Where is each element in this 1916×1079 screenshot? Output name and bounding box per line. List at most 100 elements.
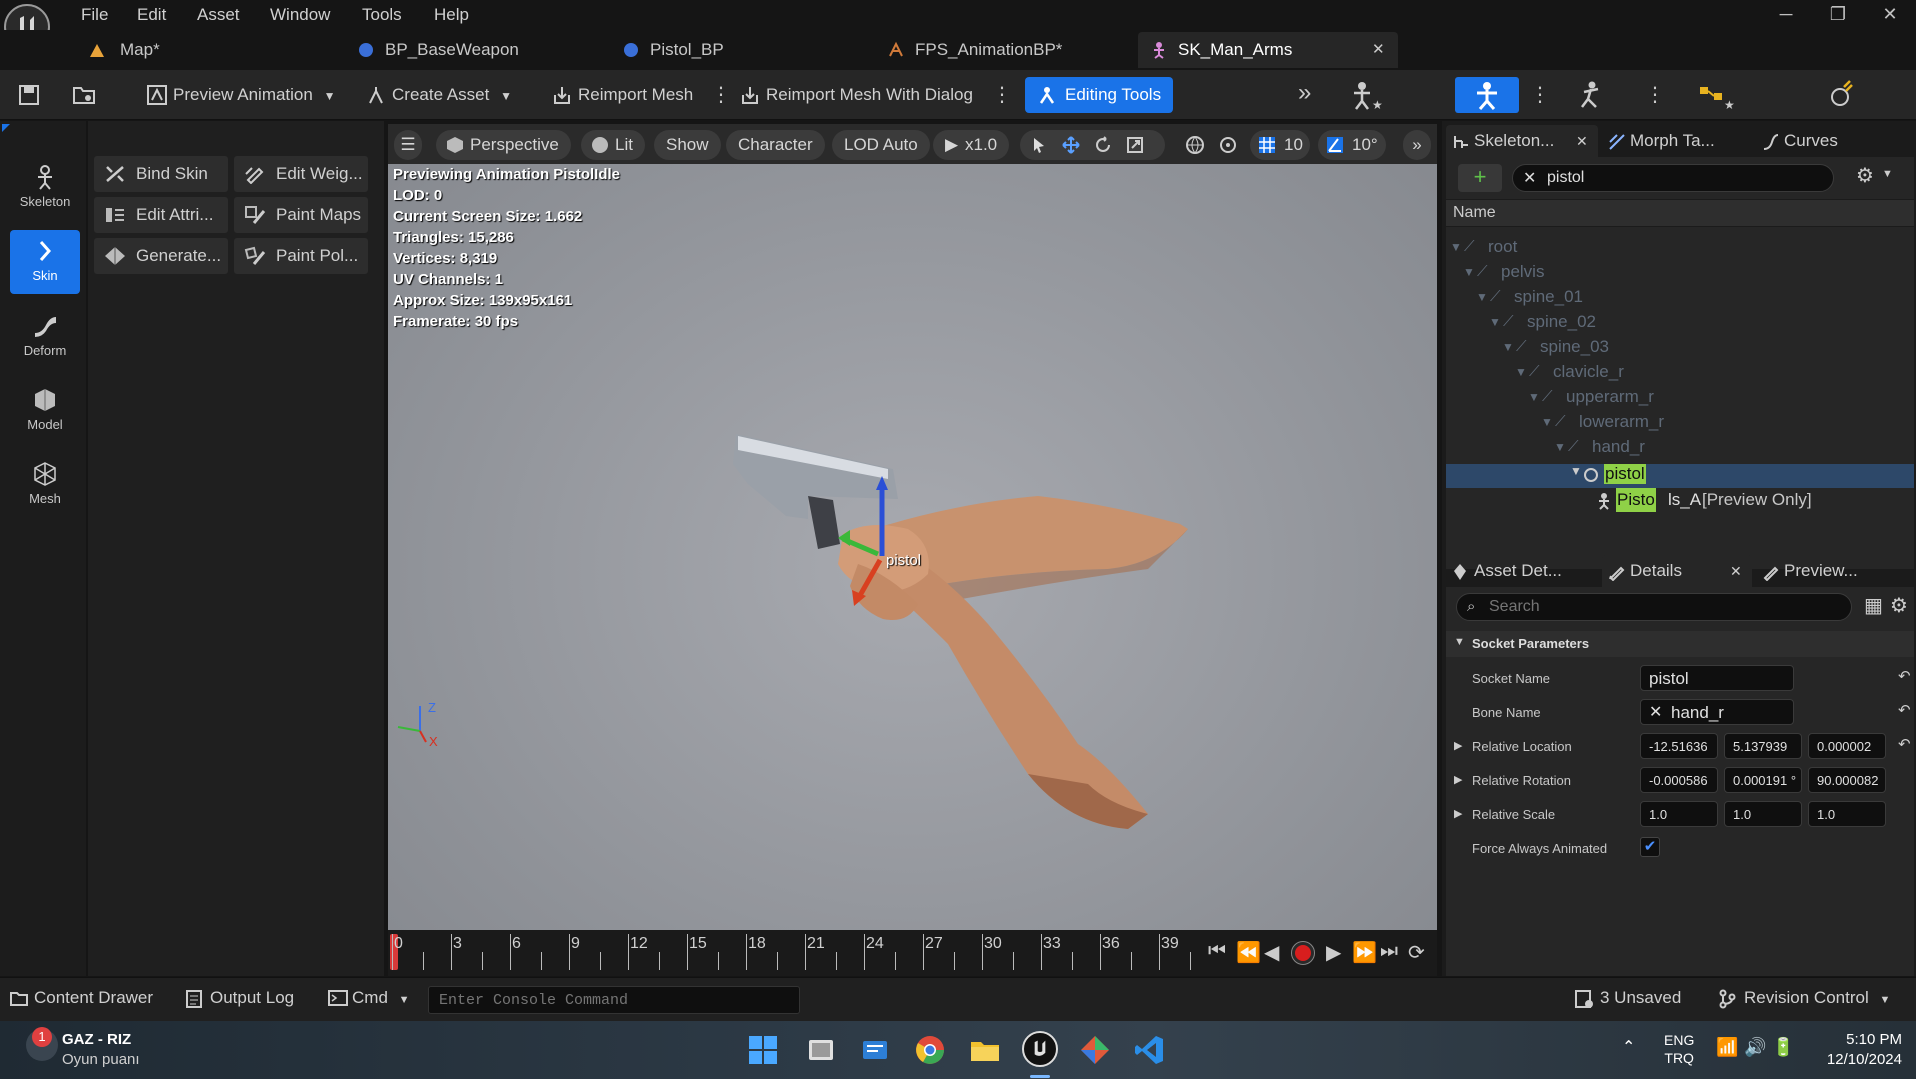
language-indicator[interactable]: ENG TRQ: [1664, 1031, 1694, 1067]
tab-morph-targets[interactable]: Morph Ta...: [1602, 125, 1752, 157]
tree-row-selected[interactable]: ▼ pistol: [1446, 464, 1914, 488]
reimport-mesh-with-dialog-button[interactable]: Reimport Mesh With Dialog: [736, 77, 973, 113]
close-tab-icon[interactable]: ✕: [1576, 125, 1588, 157]
expand-arrow-icon[interactable]: ▼: [1554, 435, 1566, 459]
tree-row-preview-mesh[interactable]: Pisto ls_A [Preview Only]: [1446, 488, 1914, 512]
close-window-icon[interactable]: ✕: [1875, 4, 1905, 26]
unsaved-button[interactable]: 3 Unsaved: [1574, 988, 1681, 1008]
generate-button[interactable]: Generate...: [94, 238, 228, 274]
expand-arrow-icon[interactable]: ▼: [1502, 335, 1514, 359]
minimize-icon[interactable]: ─: [1771, 4, 1801, 26]
edit-attributes-button[interactable]: Edit Attri...: [94, 197, 228, 233]
unreal-engine-taskbar-icon[interactable]: [1022, 1031, 1058, 1067]
mode-deform[interactable]: Deform: [10, 305, 80, 369]
chrome-icon[interactable]: [913, 1033, 947, 1067]
go-to-end-icon[interactable]: ⏭: [1380, 940, 1398, 963]
tree-row-bone[interactable]: ▼ ⟋ clavicle_r: [1446, 360, 1914, 384]
tab-sk-man-arms[interactable]: SK_Man_Arms ✕: [1138, 32, 1398, 68]
expand-arrow-icon[interactable]: ▼: [1450, 235, 1462, 259]
step-forward-icon[interactable]: ⏩: [1352, 940, 1377, 965]
tab-bp-baseweapon[interactable]: BP_BaseWeapon: [345, 32, 585, 68]
close-tab-icon[interactable]: ✕: [1730, 555, 1742, 587]
expand-arrow-icon[interactable]: ▶: [1454, 807, 1462, 820]
expand-arrow-icon[interactable]: ▼: [1489, 310, 1501, 334]
relative-location-z[interactable]: 0.000002: [1808, 733, 1886, 759]
force-always-animated-checkbox[interactable]: ✔: [1640, 837, 1660, 857]
step-back-icon[interactable]: ⏪: [1236, 940, 1261, 965]
console-command-input[interactable]: [428, 986, 800, 1014]
menu-window[interactable]: Window: [270, 5, 330, 25]
mode-skin[interactable]: Skin: [10, 230, 80, 294]
battery-icon[interactable]: 🔋: [1772, 1037, 1794, 1058]
mode-model[interactable]: Model: [10, 379, 80, 443]
skeleton-mode-button[interactable]: ★: [1342, 77, 1404, 113]
bind-skin-button[interactable]: Bind Skin: [94, 156, 228, 192]
revision-control-button[interactable]: Revision Control ▼: [1718, 988, 1890, 1009]
cmd-dropdown[interactable]: Cmd ▼: [328, 988, 410, 1008]
preview-animation-button[interactable]: Preview Animation ▼: [143, 77, 335, 113]
mode-skeleton[interactable]: Skeleton: [10, 156, 80, 220]
animation-mode-button[interactable]: [1570, 77, 1620, 113]
create-asset-button[interactable]: Create Asset ▼: [362, 77, 512, 113]
expand-arrow-icon[interactable]: ▼: [1476, 285, 1488, 309]
clear-bone-icon[interactable]: ✕: [1649, 700, 1662, 724]
preview-viewport[interactable]: ☰ Perspective Lit Show Character LOD Aut…: [388, 124, 1437, 930]
close-tab-icon[interactable]: ✕: [1372, 32, 1385, 68]
animation-timeline[interactable]: 0 3 6 9 12 15 18 21 24 27 30 33 36 39 ⏮ ⏪ ◀ ▶ ⏩ ⏭ ⟳: [388, 930, 1437, 976]
bone-name-field[interactable]: ✕ hand_r: [1640, 699, 1794, 725]
tab-asset-details[interactable]: Asset Det...: [1446, 555, 1596, 587]
menu-file[interactable]: File: [81, 5, 108, 25]
expand-arrow-icon[interactable]: ▼: [1463, 260, 1475, 284]
blueprint-mode-button[interactable]: ★: [1688, 77, 1750, 113]
relative-scale-y[interactable]: 1.0: [1724, 801, 1802, 827]
record-icon[interactable]: [1291, 941, 1315, 965]
more-options-icon[interactable]: ⋮: [1530, 82, 1550, 107]
more-options-icon[interactable]: ⋮: [1645, 82, 1665, 107]
reset-to-default-icon[interactable]: ↶: [1898, 735, 1911, 753]
paint-poly-button[interactable]: Paint Pol...: [234, 238, 368, 274]
editing-tools-button[interactable]: Editing Tools: [1025, 77, 1174, 113]
media-title[interactable]: GAZ - RIZ: [62, 1031, 131, 1048]
tree-row-bone[interactable]: ▼ ⟋ root: [1446, 235, 1914, 259]
relative-location-x[interactable]: -12.51636: [1640, 733, 1718, 759]
relative-rotation-x[interactable]: -0.000586: [1640, 767, 1718, 793]
menu-help[interactable]: Help: [434, 5, 469, 25]
name-column-header[interactable]: Name: [1453, 204, 1496, 222]
tab-skeleton-tree[interactable]: Skeleton... ✕: [1446, 125, 1598, 157]
menu-asset[interactable]: Asset: [197, 5, 240, 25]
tree-search-box[interactable]: ✕ pistol: [1512, 164, 1834, 192]
tree-row-bone[interactable]: ▼ ⟋ lowerarm_r: [1446, 410, 1914, 434]
more-options-icon[interactable]: ⋮: [711, 82, 731, 107]
details-search-box[interactable]: ⌕: [1456, 593, 1852, 621]
tree-row-bone[interactable]: ▼ ⟋ upperarm_r: [1446, 385, 1914, 409]
relative-location-y[interactable]: 5.137939: [1724, 733, 1802, 759]
go-to-start-icon[interactable]: ⏮: [1208, 940, 1226, 963]
volume-icon[interactable]: 🔊: [1744, 1037, 1766, 1058]
play-reverse-icon[interactable]: ◀: [1264, 940, 1279, 965]
expand-arrow-icon[interactable]: ▶: [1454, 739, 1462, 752]
tree-row-bone[interactable]: ▼ ⟋ hand_r: [1446, 435, 1914, 459]
more-options-icon[interactable]: ⋮: [992, 82, 1012, 107]
reset-to-default-icon[interactable]: ↶: [1898, 667, 1911, 685]
relative-rotation-z[interactable]: 90.000082: [1808, 767, 1886, 793]
task-view-icon[interactable]: [804, 1033, 838, 1067]
tab-pistol-bp[interactable]: Pistol_BP: [610, 32, 850, 68]
clock[interactable]: 5:10 PM 12/10/2024: [1814, 1030, 1902, 1070]
skeletal-mesh-mode-button[interactable]: [1455, 77, 1519, 113]
restore-icon[interactable]: ❐: [1823, 4, 1853, 26]
tab-map[interactable]: Map*: [80, 32, 300, 68]
socket-name-field[interactable]: pistol: [1640, 665, 1794, 691]
gear-icon[interactable]: ⚙: [1890, 593, 1908, 618]
table-view-icon[interactable]: ▦: [1864, 593, 1883, 618]
tree-row-bone[interactable]: ▼ ⟋ spine_02: [1446, 310, 1914, 334]
expand-arrow-icon[interactable]: ▼: [1528, 385, 1540, 409]
tab-fps-animationbp[interactable]: FPS_AnimationBP*: [875, 32, 1115, 68]
paint-maps-button[interactable]: Paint Maps: [234, 197, 368, 233]
output-log-button[interactable]: Output Log: [184, 988, 294, 1008]
menu-tools[interactable]: Tools: [362, 5, 402, 25]
expand-arrow-icon[interactable]: ▶: [1454, 773, 1462, 786]
chevron-down-icon[interactable]: ▼: [1882, 168, 1893, 180]
physics-mode-button[interactable]: [1822, 77, 1872, 113]
gear-icon[interactable]: ⚙: [1856, 163, 1874, 188]
expand-arrow-icon[interactable]: ▼: [1541, 410, 1553, 434]
